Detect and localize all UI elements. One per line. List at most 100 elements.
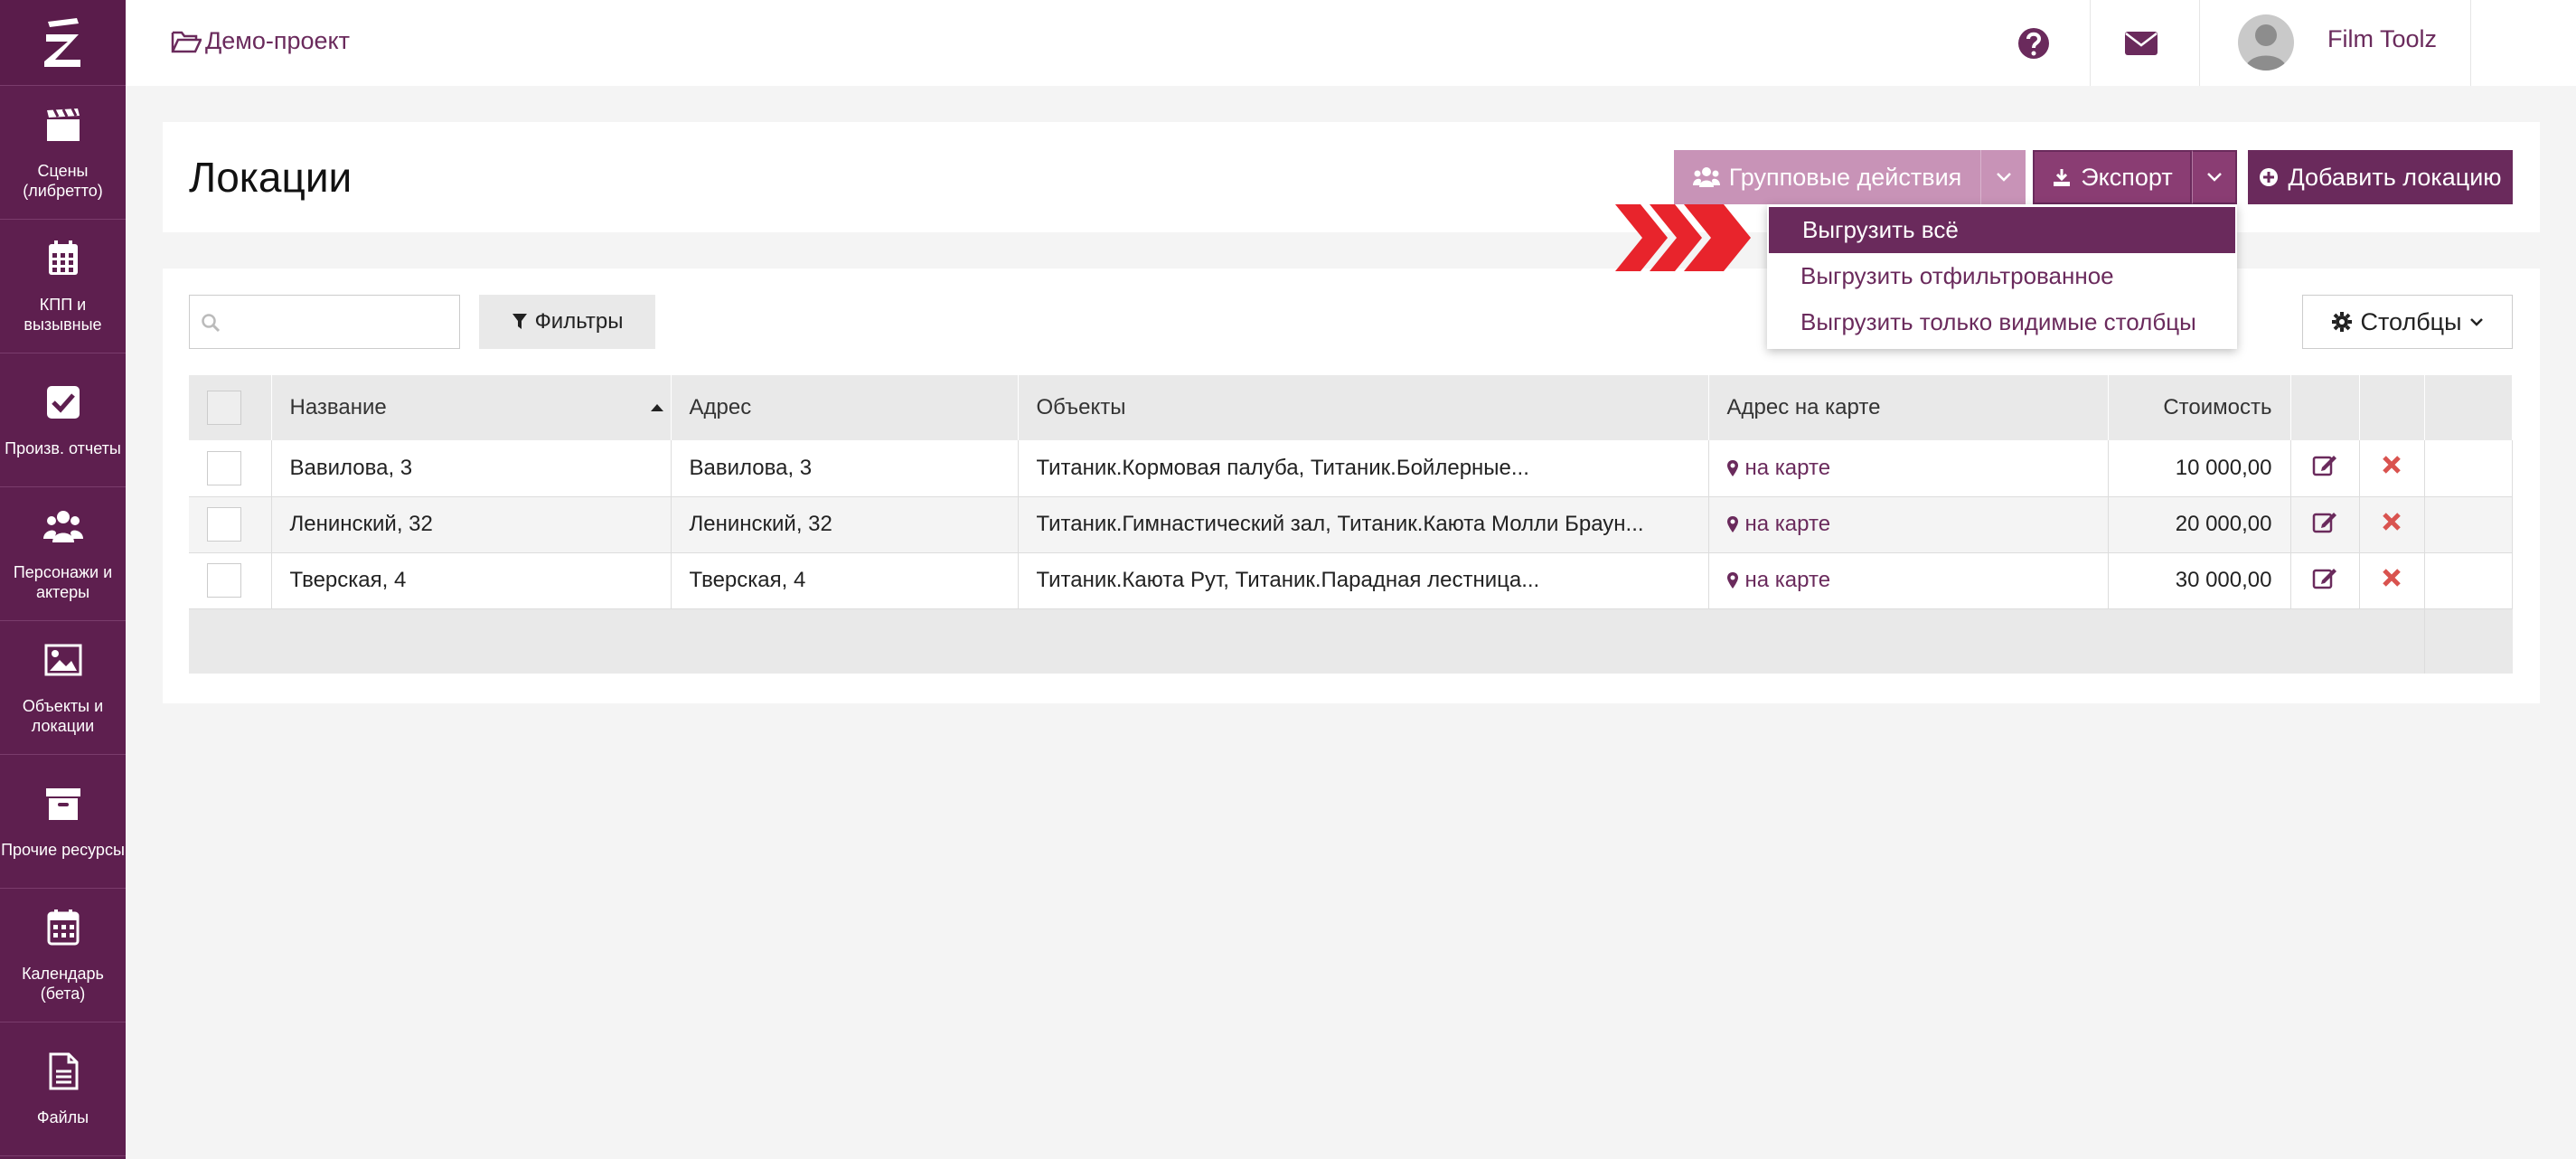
column-header-cost[interactable]: Стоимость xyxy=(2108,375,2291,440)
mail-icon[interactable] xyxy=(2123,25,2159,61)
export-button[interactable]: Экспорт xyxy=(2033,150,2192,204)
user-silhouette-icon xyxy=(2245,24,2287,71)
export-dropdown-menu: Выгрузить всё Выгрузить отфильтрованное … xyxy=(1767,204,2237,349)
map-link[interactable]: на карте xyxy=(1726,455,1831,480)
column-header-objects[interactable]: Объекты xyxy=(1018,375,1709,440)
username[interactable]: Film Toolz xyxy=(2327,25,2437,53)
chevron-down-icon xyxy=(2206,173,2222,182)
sidebar-item-calendar[interactable]: Календарь (бета) xyxy=(0,889,126,1022)
app-logo[interactable] xyxy=(0,0,126,86)
calendar-icon xyxy=(47,909,79,945)
sidebar-label: Прочие ресурсы xyxy=(1,840,125,859)
divider xyxy=(2090,0,2091,86)
cell-address: Ленинский, 32 xyxy=(671,496,1019,553)
map-marker-icon xyxy=(1726,459,1738,476)
cell-delete xyxy=(2359,552,2425,609)
sidebar-label: Персонажи и актеры xyxy=(13,562,113,601)
page-title: Локации xyxy=(189,154,353,201)
cell-edit xyxy=(2290,496,2360,553)
cell-objects: Титаник.Каюта Рут, Титаник.Парадная лест… xyxy=(1018,552,1709,609)
sidebar-label: Файлы xyxy=(36,1107,89,1126)
sidebar-label: Произв. отчеты xyxy=(5,438,121,457)
users-icon xyxy=(42,510,83,542)
cell-name: Ленинский, 32 xyxy=(271,496,672,553)
column-header-spacer xyxy=(2424,375,2513,440)
map-link[interactable]: на карте xyxy=(1726,512,1830,536)
column-header-label: Адрес xyxy=(689,395,752,419)
sidebar-label: Календарь (бета) xyxy=(22,964,104,1003)
edit-icon[interactable] xyxy=(2312,510,2337,533)
export-dropdown-toggle[interactable] xyxy=(2192,150,2237,204)
columns-button[interactable]: Столбцы xyxy=(2302,295,2513,349)
row-checkbox[interactable] xyxy=(207,507,241,542)
logo-icon xyxy=(43,18,80,67)
cell-objects: Титаник.Кормовая палуба, Титаник.Бойлерн… xyxy=(1018,440,1709,497)
column-header-address[interactable]: Адрес xyxy=(671,375,1019,440)
group-actions-dropdown-toggle[interactable] xyxy=(1980,150,2026,204)
column-header-name[interactable]: Название xyxy=(271,375,672,440)
sidebar-item-reports[interactable]: Произв. отчеты xyxy=(0,353,126,487)
column-header-delete xyxy=(2359,375,2425,440)
project-link[interactable]: Демо-проект xyxy=(171,27,350,55)
row-checkbox[interactable] xyxy=(207,450,241,485)
sidebar-item-scenes[interactable]: Сцены (либретто) xyxy=(0,86,126,220)
filter-icon xyxy=(512,314,527,329)
avatar[interactable] xyxy=(2238,14,2294,71)
row-select-cell xyxy=(189,552,272,609)
column-header-edit xyxy=(2290,375,2360,440)
select-all-checkbox[interactable] xyxy=(207,391,241,425)
sidebar-label: Объекты и локации xyxy=(22,696,104,735)
cell-address: Тверская, 4 xyxy=(671,552,1019,609)
cell-map: на карте xyxy=(1708,496,2109,553)
table-footer xyxy=(189,608,2424,674)
sidebar-item-other-resources[interactable]: Прочие ресурсы xyxy=(0,755,126,889)
sidebar-item-objects-locations[interactable]: Объекты и локации xyxy=(0,621,126,755)
table-footer-spacer xyxy=(2423,608,2513,674)
columns-label: Столбцы xyxy=(2360,307,2462,335)
locations-table: Название Адрес Объекты Адрес на карте Ст… xyxy=(189,375,2513,674)
row-select-cell xyxy=(189,496,272,553)
cell-delete xyxy=(2359,440,2425,497)
cell-edit xyxy=(2290,552,2360,609)
help-icon[interactable] xyxy=(2016,25,2052,61)
delete-icon[interactable] xyxy=(2382,512,2402,532)
export-all-item[interactable]: Выгрузить всё xyxy=(1769,207,2235,253)
project-name: Демо-проект xyxy=(205,27,351,54)
sort-asc-icon xyxy=(650,404,663,411)
sidebar-item-files[interactable]: Файлы xyxy=(0,1022,126,1156)
edit-icon[interactable] xyxy=(2312,453,2337,476)
users-icon xyxy=(1692,167,1720,187)
pointer-arrows-icon xyxy=(1615,204,1751,271)
export-visible-columns-item[interactable]: Выгрузить только видимые столбцы xyxy=(1767,299,2237,345)
add-location-button[interactable]: Добавить локацию xyxy=(2248,150,2513,204)
export-filtered-item[interactable]: Выгрузить отфильтрованное xyxy=(1767,253,2237,299)
cell-edit xyxy=(2290,440,2360,497)
column-header-label: Адрес на карте xyxy=(1726,395,1881,419)
map-link[interactable]: на карте xyxy=(1726,568,1830,592)
group-actions-button[interactable]: Групповые действия xyxy=(1674,150,1980,204)
map-marker-icon xyxy=(1726,516,1738,532)
search-box[interactable] xyxy=(189,295,460,349)
sidebar-label: Сцены (либретто) xyxy=(23,161,103,200)
export-label: Экспорт xyxy=(2081,163,2173,191)
chevron-down-icon xyxy=(2469,318,2483,326)
filters-button[interactable]: Фильтры xyxy=(479,295,655,349)
archive-icon xyxy=(45,787,80,820)
calendar-grid-icon xyxy=(48,240,78,275)
table-row: Вавилова, 3 Вавилова, 3 Титаник.Кормовая… xyxy=(189,440,2513,497)
sidebar-item-call-sheets[interactable]: КПП и вызывные xyxy=(0,220,126,353)
row-checkbox[interactable] xyxy=(207,563,241,598)
sidebar-item-characters[interactable]: Персонажи и актеры xyxy=(0,487,126,621)
file-icon xyxy=(49,1052,78,1089)
sidebar: Сцены (либретто) КПП и вызывные Произв. … xyxy=(0,0,126,1159)
search-input[interactable] xyxy=(226,296,456,348)
add-location-label: Добавить локацию xyxy=(2288,163,2502,191)
table-footer-row xyxy=(189,608,2513,674)
top-bar: Демо-проект Film Toolz RU xyxy=(126,0,2576,86)
delete-icon[interactable] xyxy=(2382,568,2402,588)
delete-icon[interactable] xyxy=(2382,455,2402,475)
map-link-label: на карте xyxy=(1744,455,1831,480)
table-row: Тверская, 4 Тверская, 4 Титаник.Каюта Ру… xyxy=(189,552,2513,609)
column-header-map-address[interactable]: Адрес на карте xyxy=(1708,375,2109,440)
edit-icon[interactable] xyxy=(2312,566,2337,589)
